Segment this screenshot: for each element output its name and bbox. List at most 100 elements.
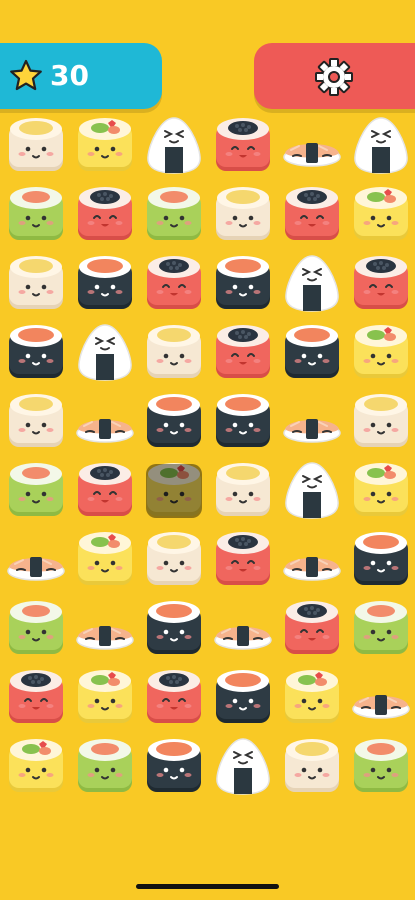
salmon-roe-roll-piece[interactable] bbox=[72, 182, 138, 248]
nori-roll-icon bbox=[147, 601, 201, 654]
green-roll-piece[interactable] bbox=[348, 596, 414, 662]
nori-roll-piece[interactable] bbox=[210, 251, 276, 317]
nigiri-icon bbox=[283, 143, 341, 167]
egg-roll-piece[interactable] bbox=[210, 458, 276, 524]
yellow-roll-icon bbox=[354, 325, 408, 378]
nori-roll-piece[interactable] bbox=[72, 251, 138, 317]
nigiri-piece[interactable] bbox=[279, 389, 345, 455]
nori-roll-icon bbox=[216, 670, 270, 723]
yellow-roll-icon bbox=[78, 118, 132, 171]
nigiri-piece[interactable] bbox=[72, 596, 138, 662]
yellow-roll-icon bbox=[146, 463, 202, 518]
nigiri-piece[interactable] bbox=[210, 596, 276, 662]
green-roll-piece[interactable] bbox=[72, 734, 138, 800]
yellow-roll-piece[interactable] bbox=[3, 734, 69, 800]
salmon-roe-roll-icon bbox=[78, 463, 132, 516]
egg-roll-piece[interactable] bbox=[3, 113, 69, 179]
nori-roll-piece[interactable] bbox=[3, 320, 69, 386]
salmon-roe-roll-icon bbox=[216, 532, 270, 585]
green-roll-piece[interactable] bbox=[3, 182, 69, 248]
onigiri-piece[interactable] bbox=[348, 113, 414, 179]
salmon-roe-roll-piece[interactable] bbox=[348, 251, 414, 317]
onigiri-icon bbox=[285, 255, 339, 312]
nori-roll-piece[interactable] bbox=[141, 596, 207, 662]
nori-roll-piece[interactable] bbox=[210, 389, 276, 455]
nigiri-piece[interactable] bbox=[72, 389, 138, 455]
game-board bbox=[0, 0, 415, 900]
yellow-roll-icon bbox=[285, 670, 339, 723]
onigiri-piece[interactable] bbox=[279, 458, 345, 524]
nori-roll-piece[interactable] bbox=[141, 734, 207, 800]
yellow-roll-piece[interactable] bbox=[348, 182, 414, 248]
yellow-roll-piece[interactable] bbox=[141, 458, 207, 524]
nori-roll-icon bbox=[78, 256, 132, 309]
nori-roll-piece[interactable] bbox=[348, 527, 414, 593]
salmon-roe-roll-piece[interactable] bbox=[141, 665, 207, 731]
salmon-roe-roll-icon bbox=[216, 325, 270, 378]
yellow-roll-piece[interactable] bbox=[348, 320, 414, 386]
egg-roll-icon bbox=[9, 118, 63, 171]
green-roll-icon bbox=[354, 739, 408, 792]
salmon-roe-roll-piece[interactable] bbox=[3, 665, 69, 731]
salmon-roe-roll-icon bbox=[285, 187, 339, 240]
salmon-roe-roll-piece[interactable] bbox=[210, 320, 276, 386]
onigiri-piece[interactable] bbox=[210, 734, 276, 800]
nori-roll-piece[interactable] bbox=[141, 389, 207, 455]
onigiri-piece[interactable] bbox=[141, 113, 207, 179]
nori-roll-icon bbox=[147, 739, 201, 792]
nigiri-icon bbox=[76, 626, 134, 650]
egg-roll-icon bbox=[9, 394, 63, 447]
onigiri-piece[interactable] bbox=[72, 320, 138, 386]
egg-roll-piece[interactable] bbox=[279, 734, 345, 800]
yellow-roll-piece[interactable] bbox=[72, 113, 138, 179]
nigiri-piece[interactable] bbox=[3, 527, 69, 593]
yellow-roll-icon bbox=[78, 532, 132, 585]
salmon-roe-roll-piece[interactable] bbox=[72, 458, 138, 524]
yellow-roll-piece[interactable] bbox=[72, 527, 138, 593]
green-roll-piece[interactable] bbox=[348, 734, 414, 800]
yellow-roll-piece[interactable] bbox=[348, 458, 414, 524]
green-roll-piece[interactable] bbox=[3, 596, 69, 662]
onigiri-piece[interactable] bbox=[279, 251, 345, 317]
egg-roll-icon bbox=[9, 256, 63, 309]
egg-roll-icon bbox=[354, 394, 408, 447]
green-roll-icon bbox=[78, 739, 132, 792]
salmon-roe-roll-icon bbox=[216, 118, 270, 171]
green-roll-piece[interactable] bbox=[3, 458, 69, 524]
nori-roll-icon bbox=[354, 532, 408, 585]
green-roll-icon bbox=[9, 463, 63, 516]
egg-roll-piece[interactable] bbox=[141, 527, 207, 593]
nigiri-piece[interactable] bbox=[348, 665, 414, 731]
green-roll-icon bbox=[9, 187, 63, 240]
egg-roll-piece[interactable] bbox=[3, 389, 69, 455]
green-roll-piece[interactable] bbox=[141, 182, 207, 248]
yellow-roll-icon bbox=[354, 187, 408, 240]
yellow-roll-icon bbox=[78, 670, 132, 723]
salmon-roe-roll-piece[interactable] bbox=[210, 527, 276, 593]
egg-roll-piece[interactable] bbox=[210, 182, 276, 248]
salmon-roe-roll-icon bbox=[9, 670, 63, 723]
nori-roll-icon bbox=[285, 325, 339, 378]
salmon-roe-roll-icon bbox=[354, 256, 408, 309]
salmon-roe-roll-piece[interactable] bbox=[279, 596, 345, 662]
egg-roll-piece[interactable] bbox=[348, 389, 414, 455]
salmon-roe-roll-piece[interactable] bbox=[210, 113, 276, 179]
salmon-roe-roll-piece[interactable] bbox=[279, 182, 345, 248]
salmon-roe-roll-icon bbox=[147, 256, 201, 309]
egg-roll-icon bbox=[216, 187, 270, 240]
nori-roll-icon bbox=[216, 394, 270, 447]
salmon-roe-roll-piece[interactable] bbox=[141, 251, 207, 317]
nigiri-piece[interactable] bbox=[279, 113, 345, 179]
yellow-roll-piece[interactable] bbox=[72, 665, 138, 731]
nigiri-icon bbox=[214, 626, 272, 650]
egg-roll-piece[interactable] bbox=[141, 320, 207, 386]
egg-roll-icon bbox=[216, 463, 270, 516]
nori-roll-piece[interactable] bbox=[210, 665, 276, 731]
nori-roll-piece[interactable] bbox=[279, 320, 345, 386]
nigiri-piece[interactable] bbox=[279, 527, 345, 593]
egg-roll-icon bbox=[147, 532, 201, 585]
yellow-roll-piece[interactable] bbox=[279, 665, 345, 731]
green-roll-icon bbox=[147, 187, 201, 240]
egg-roll-piece[interactable] bbox=[3, 251, 69, 317]
egg-roll-icon bbox=[285, 739, 339, 792]
